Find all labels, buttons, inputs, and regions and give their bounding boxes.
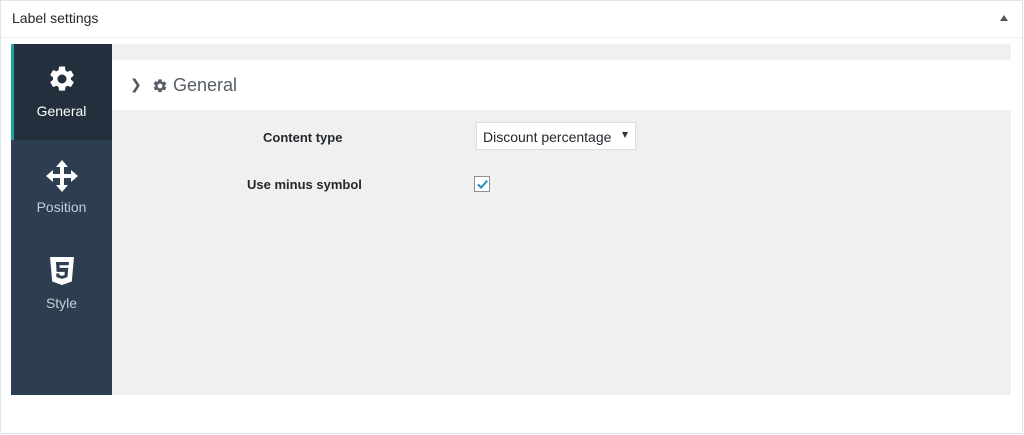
checkmark-icon [477,179,488,190]
sidebar-item-label: General [36,103,87,119]
chevron-right-icon[interactable]: ❯ [130,77,142,93]
css3-icon [47,256,77,291]
sidebar-item-general[interactable]: General [11,44,112,140]
sidebar-item-style[interactable]: Style [11,236,112,332]
panel-header[interactable]: Label settings [1,1,1022,38]
minus-symbol-label: Use minus symbol [247,177,362,192]
label-settings-panel: Label settings General Position Style ❯ … [0,0,1023,434]
settings-content: ❯ General Content type Discount percenta… [112,44,1011,395]
content-type-select[interactable]: Discount percentage [476,122,636,150]
content-type-value: Discount percentage [483,129,612,145]
settings-sidebar: General Position Style [11,44,112,395]
move-arrows-icon [45,160,78,197]
content-type-label: Content type [263,130,343,145]
dropdown-caret-icon [622,132,628,138]
sidebar-item-position[interactable]: Position [11,140,112,236]
collapse-toggle-icon[interactable] [1000,15,1008,21]
gear-icon [152,78,168,99]
gear-icon [47,64,77,99]
minus-symbol-checkbox[interactable] [474,176,490,192]
section-title: General [173,75,238,95]
sidebar-item-label: Style [45,295,78,311]
section-header[interactable]: ❯ General [112,60,1011,110]
sidebar-item-label: Position [36,199,87,215]
panel-title: Label settings [12,10,99,26]
